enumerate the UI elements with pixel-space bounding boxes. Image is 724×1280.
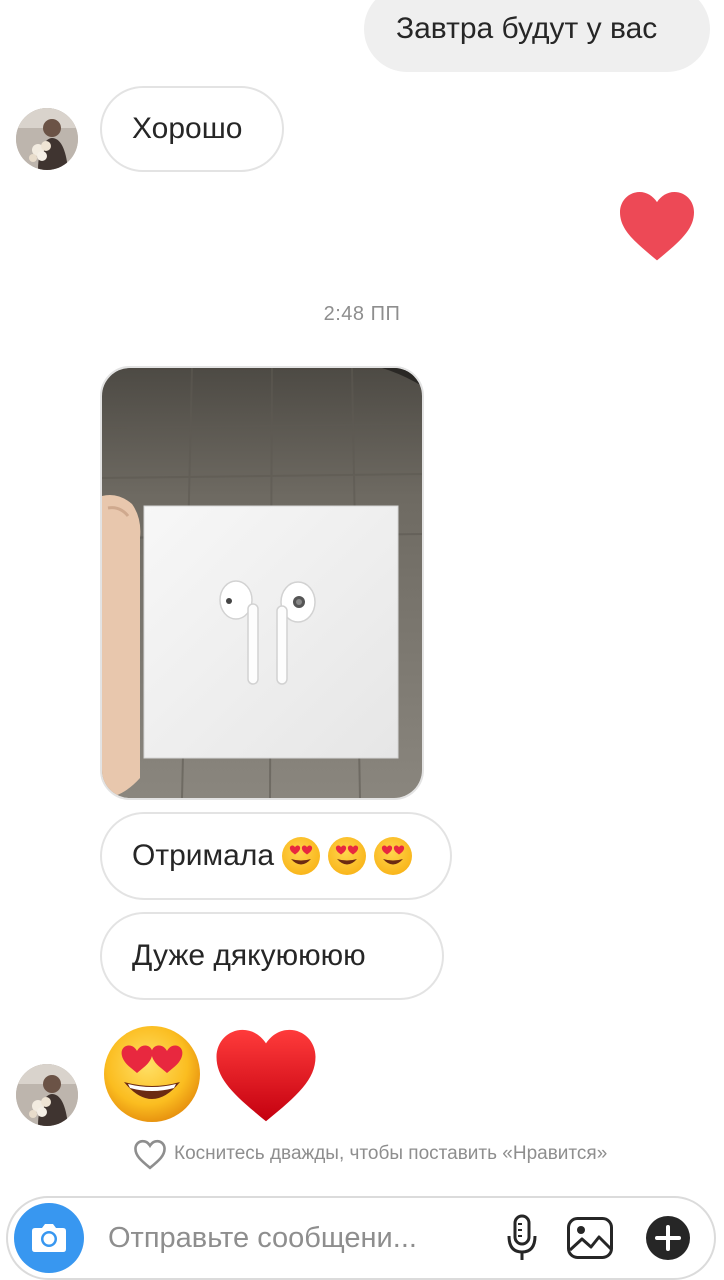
message-text: Завтра будут у вас xyxy=(396,12,658,45)
message-outgoing[interactable]: Завтра будут у вас xyxy=(364,0,710,72)
more-button[interactable] xyxy=(642,1212,694,1264)
message-incoming[interactable]: Хорошо xyxy=(100,86,284,172)
message-incoming[interactable]: Дуже дякуюююю xyxy=(100,912,444,1000)
microphone-button[interactable] xyxy=(496,1212,548,1264)
heart-icon[interactable] xyxy=(616,188,698,262)
photo-message[interactable] xyxy=(100,366,424,800)
microphone-icon xyxy=(505,1214,539,1262)
message-timestamp: 2:48 ПП xyxy=(323,303,401,325)
message-incoming[interactable]: Отримала xyxy=(100,812,452,900)
message-text: Хорошо xyxy=(132,112,243,145)
heart-outline-icon xyxy=(132,1138,168,1170)
image-icon xyxy=(566,1216,614,1260)
emoji-message[interactable] xyxy=(102,1024,322,1124)
heart-eyes-emoji xyxy=(102,1024,202,1124)
like-hint-text: Коснитесь дважды, чтобы поставить «Нрави… xyxy=(174,1143,608,1164)
message-text: Отримала xyxy=(132,839,275,872)
chat-screen: Завтра будут у вас Хорошо 2:48 ПП Отрима… xyxy=(0,0,724,1280)
avatar[interactable] xyxy=(16,108,78,170)
camera-button[interactable] xyxy=(14,1203,84,1273)
plus-circle-icon xyxy=(644,1214,692,1262)
message-text: Дуже дякуюююю xyxy=(132,939,366,972)
gallery-button[interactable] xyxy=(564,1212,616,1264)
heart-eyes-emoji xyxy=(328,837,367,875)
red-heart-emoji xyxy=(212,1024,320,1124)
heart-eyes-emoji xyxy=(282,837,321,875)
heart-eyes-emoji xyxy=(374,837,413,875)
message-composer xyxy=(6,1196,716,1280)
camera-icon xyxy=(29,1220,69,1256)
like-hint: Коснитесь дважды, чтобы поставить «Нрави… xyxy=(132,1138,607,1170)
message-input[interactable] xyxy=(108,1218,468,1258)
avatar[interactable] xyxy=(16,1064,78,1126)
